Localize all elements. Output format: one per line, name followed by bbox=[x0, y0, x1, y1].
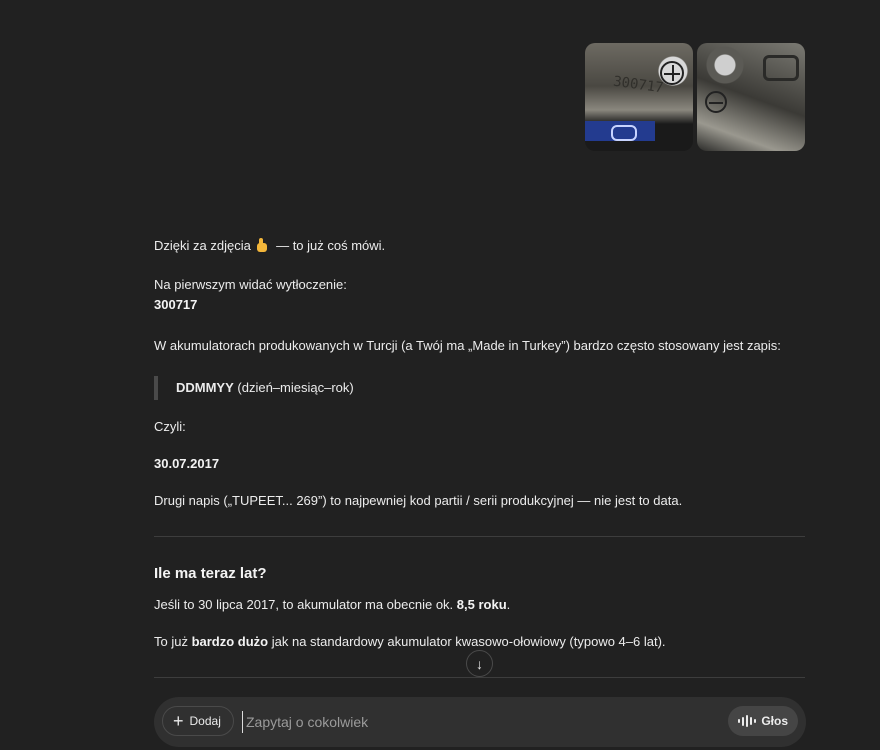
section-divider bbox=[154, 536, 805, 537]
first-photo-text: Na pierwszym widać wytłoczenie: bbox=[154, 277, 347, 292]
prompt-input[interactable] bbox=[242, 711, 722, 733]
age-value: 8,5 roku bbox=[456, 597, 507, 612]
arrow-down-icon: ↓ bbox=[476, 655, 483, 672]
plus-terminal-icon bbox=[660, 61, 684, 85]
thanks-text-after: — to już coś mówi. bbox=[276, 238, 386, 253]
second-label-paragraph: Drugi napis („TUPEET... 269”) to najpewn… bbox=[154, 493, 683, 508]
age-text-end: . bbox=[506, 597, 511, 612]
minus-terminal-icon bbox=[705, 91, 727, 113]
first-photo-paragraph: Na pierwszym widać wytłoczenie: 300717 bbox=[154, 275, 806, 315]
old-text: To już bbox=[154, 634, 192, 649]
battery-vent-icon bbox=[763, 55, 799, 81]
bottom-divider bbox=[154, 677, 805, 678]
format-quote: DDMMYY (dzień–miesiąc–rok) bbox=[154, 376, 354, 400]
old-emphasis: bardzo dużo bbox=[191, 634, 269, 649]
voice-label: Głos bbox=[761, 714, 788, 728]
thanks-text: Dzięki za zdjęcia bbox=[154, 238, 251, 253]
date-paragraph: 30.07.2017 bbox=[154, 454, 806, 474]
scroll-down-button[interactable]: ↓ bbox=[466, 650, 493, 677]
format-description: (dzień–miesiąc–rok) bbox=[233, 380, 354, 395]
turkey-paragraph: W akumulatorach produkowanych w Turcji (… bbox=[154, 338, 781, 353]
composer: + Dodaj Głos bbox=[154, 697, 806, 747]
image-emboss-text: 300717 bbox=[612, 73, 665, 97]
emboss-code: 300717 bbox=[154, 297, 198, 312]
age-paragraph: Jeśli to 30 lipca 2017, to akumulator ma… bbox=[154, 595, 806, 615]
voice-button[interactable]: Głos bbox=[728, 706, 798, 736]
age-text: Jeśli to 30 lipca 2017, to akumulator ma… bbox=[154, 597, 457, 612]
format-bold: DDMMYY bbox=[176, 380, 234, 395]
czyli-text: Czyli: bbox=[154, 419, 186, 434]
age-heading: Ile ma teraz lat? bbox=[154, 565, 267, 582]
add-label: Dodaj bbox=[189, 714, 221, 728]
old-text-end: jak na standardowy akumulator kwasowo-oł… bbox=[268, 634, 666, 649]
uploaded-images: 300717 bbox=[585, 43, 805, 151]
uploaded-image-2[interactable] bbox=[697, 43, 805, 151]
old-paragraph: To już bardzo dużo jak na standardowy ak… bbox=[154, 632, 806, 652]
answer-intro: Dzięki za zdjęcia — to już coś mówi. bbox=[154, 236, 806, 256]
plus-icon: + bbox=[173, 711, 184, 731]
decoded-date: 30.07.2017 bbox=[154, 456, 220, 471]
uploaded-image-1[interactable]: 300717 bbox=[585, 43, 693, 151]
recycle-label-icon bbox=[585, 121, 655, 141]
waveform-icon bbox=[738, 715, 757, 727]
add-button[interactable]: + Dodaj bbox=[162, 706, 234, 736]
thumbs-up-icon bbox=[256, 238, 268, 252]
